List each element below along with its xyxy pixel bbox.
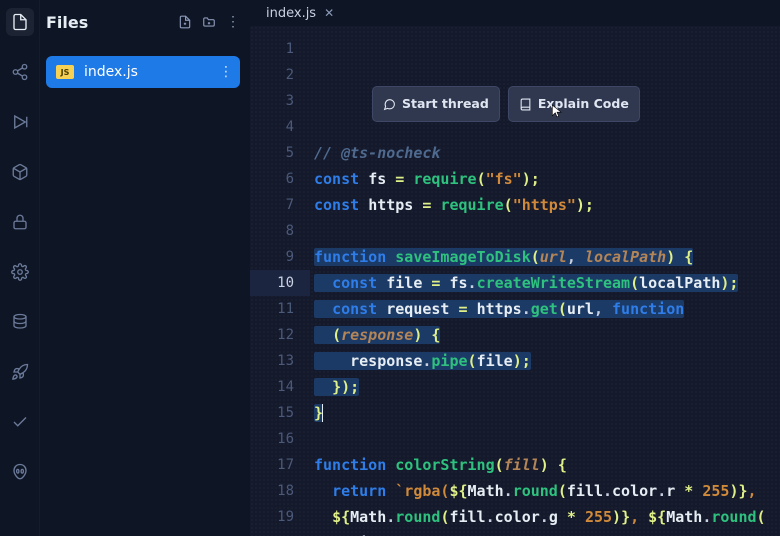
line-number: 11 [250, 296, 310, 322]
code-line[interactable]: function saveImageToDisk(url, localPath)… [310, 244, 780, 270]
gear-icon[interactable] [6, 258, 34, 286]
mouse-cursor-icon [550, 102, 564, 120]
line-number: 7 [250, 192, 310, 218]
file-more-icon[interactable]: ⋮ [219, 64, 234, 80]
files-icon[interactable] [6, 8, 34, 36]
line-number: 12 [250, 322, 310, 348]
file-name: index.js [84, 64, 209, 80]
line-number: 3 [250, 88, 310, 114]
rocket-icon[interactable] [6, 358, 34, 386]
line-number: 18 [250, 478, 310, 504]
line-number: 8 [250, 218, 310, 244]
code-line[interactable]: (response) { [310, 322, 780, 348]
box-icon[interactable] [6, 158, 34, 186]
activity-bar [0, 0, 40, 536]
line-number: 1 [250, 36, 310, 62]
js-file-icon: JS [56, 65, 74, 79]
share-icon[interactable] [6, 58, 34, 86]
code-line[interactable] [310, 218, 780, 244]
line-number: 4 [250, 114, 310, 140]
editor-area: index.js ✕ 12345678910111213141516171819… [250, 0, 780, 536]
more-icon[interactable]: ⋮ [226, 15, 240, 29]
tab-index-js[interactable]: index.js ✕ [258, 6, 342, 21]
close-icon[interactable]: ✕ [324, 6, 334, 20]
tab-label: index.js [266, 6, 316, 21]
code-action-menu: Start thread Explain Code [372, 86, 640, 122]
line-number: 9 [250, 244, 310, 270]
new-file-icon[interactable] [178, 15, 192, 29]
line-number: 10 [250, 270, 310, 296]
line-number: 14 [250, 374, 310, 400]
file-item-index-js[interactable]: JS index.js ⋮ [46, 56, 240, 88]
code-line[interactable]: } [310, 400, 780, 426]
start-thread-label: Start thread [402, 91, 489, 117]
line-number: 2 [250, 62, 310, 88]
database-icon[interactable] [6, 308, 34, 336]
code-line[interactable]: return `rgba(${Math.round(fill.color.r *… [310, 478, 780, 504]
line-number: 19 [250, 504, 310, 530]
new-folder-icon[interactable] [202, 15, 216, 29]
line-number: 15 [250, 400, 310, 426]
file-tree: JS index.js ⋮ [46, 56, 240, 88]
sidebar-title: Files [46, 13, 88, 32]
code-line[interactable]: function colorString(fill) { [310, 452, 780, 478]
line-gutter: 12345678910111213141516171819 [250, 26, 310, 536]
alien-icon[interactable] [6, 458, 34, 486]
line-number: 6 [250, 166, 310, 192]
code-line[interactable]: response.pipe(file); [310, 348, 780, 374]
line-number: 13 [250, 348, 310, 374]
code-line[interactable]: ${Math.round(fill.color.g * 255)}, ${Mat… [310, 504, 780, 530]
code-body[interactable]: Start thread Explain Code // @ts-nocheck… [310, 26, 780, 536]
tabbar: index.js ✕ [250, 0, 780, 26]
line-number: 17 [250, 452, 310, 478]
explain-code-button[interactable]: Explain Code [508, 86, 640, 122]
lock-icon[interactable] [6, 208, 34, 236]
code-line[interactable]: const fs = require("fs"); [310, 166, 780, 192]
start-thread-button[interactable]: Start thread [372, 86, 500, 122]
code-line[interactable]: const file = fs.createWriteStream(localP… [310, 270, 780, 296]
run-icon[interactable] [6, 108, 34, 136]
code-line[interactable] [310, 426, 780, 452]
code-line[interactable]: fill.color.b * 255 [310, 530, 780, 536]
check-icon[interactable] [6, 408, 34, 436]
code-line[interactable]: // @ts-nocheck [310, 140, 780, 166]
code-line[interactable]: }); [310, 374, 780, 400]
code-line[interactable]: const https = require("https"); [310, 192, 780, 218]
line-number: 16 [250, 426, 310, 452]
code-editor[interactable]: 12345678910111213141516171819 Start thre… [250, 26, 780, 536]
line-number: 5 [250, 140, 310, 166]
code-line[interactable]: const request = https.get(url, function [310, 296, 780, 322]
files-sidebar: Files ⋮ JS index.js ⋮ [40, 0, 250, 536]
